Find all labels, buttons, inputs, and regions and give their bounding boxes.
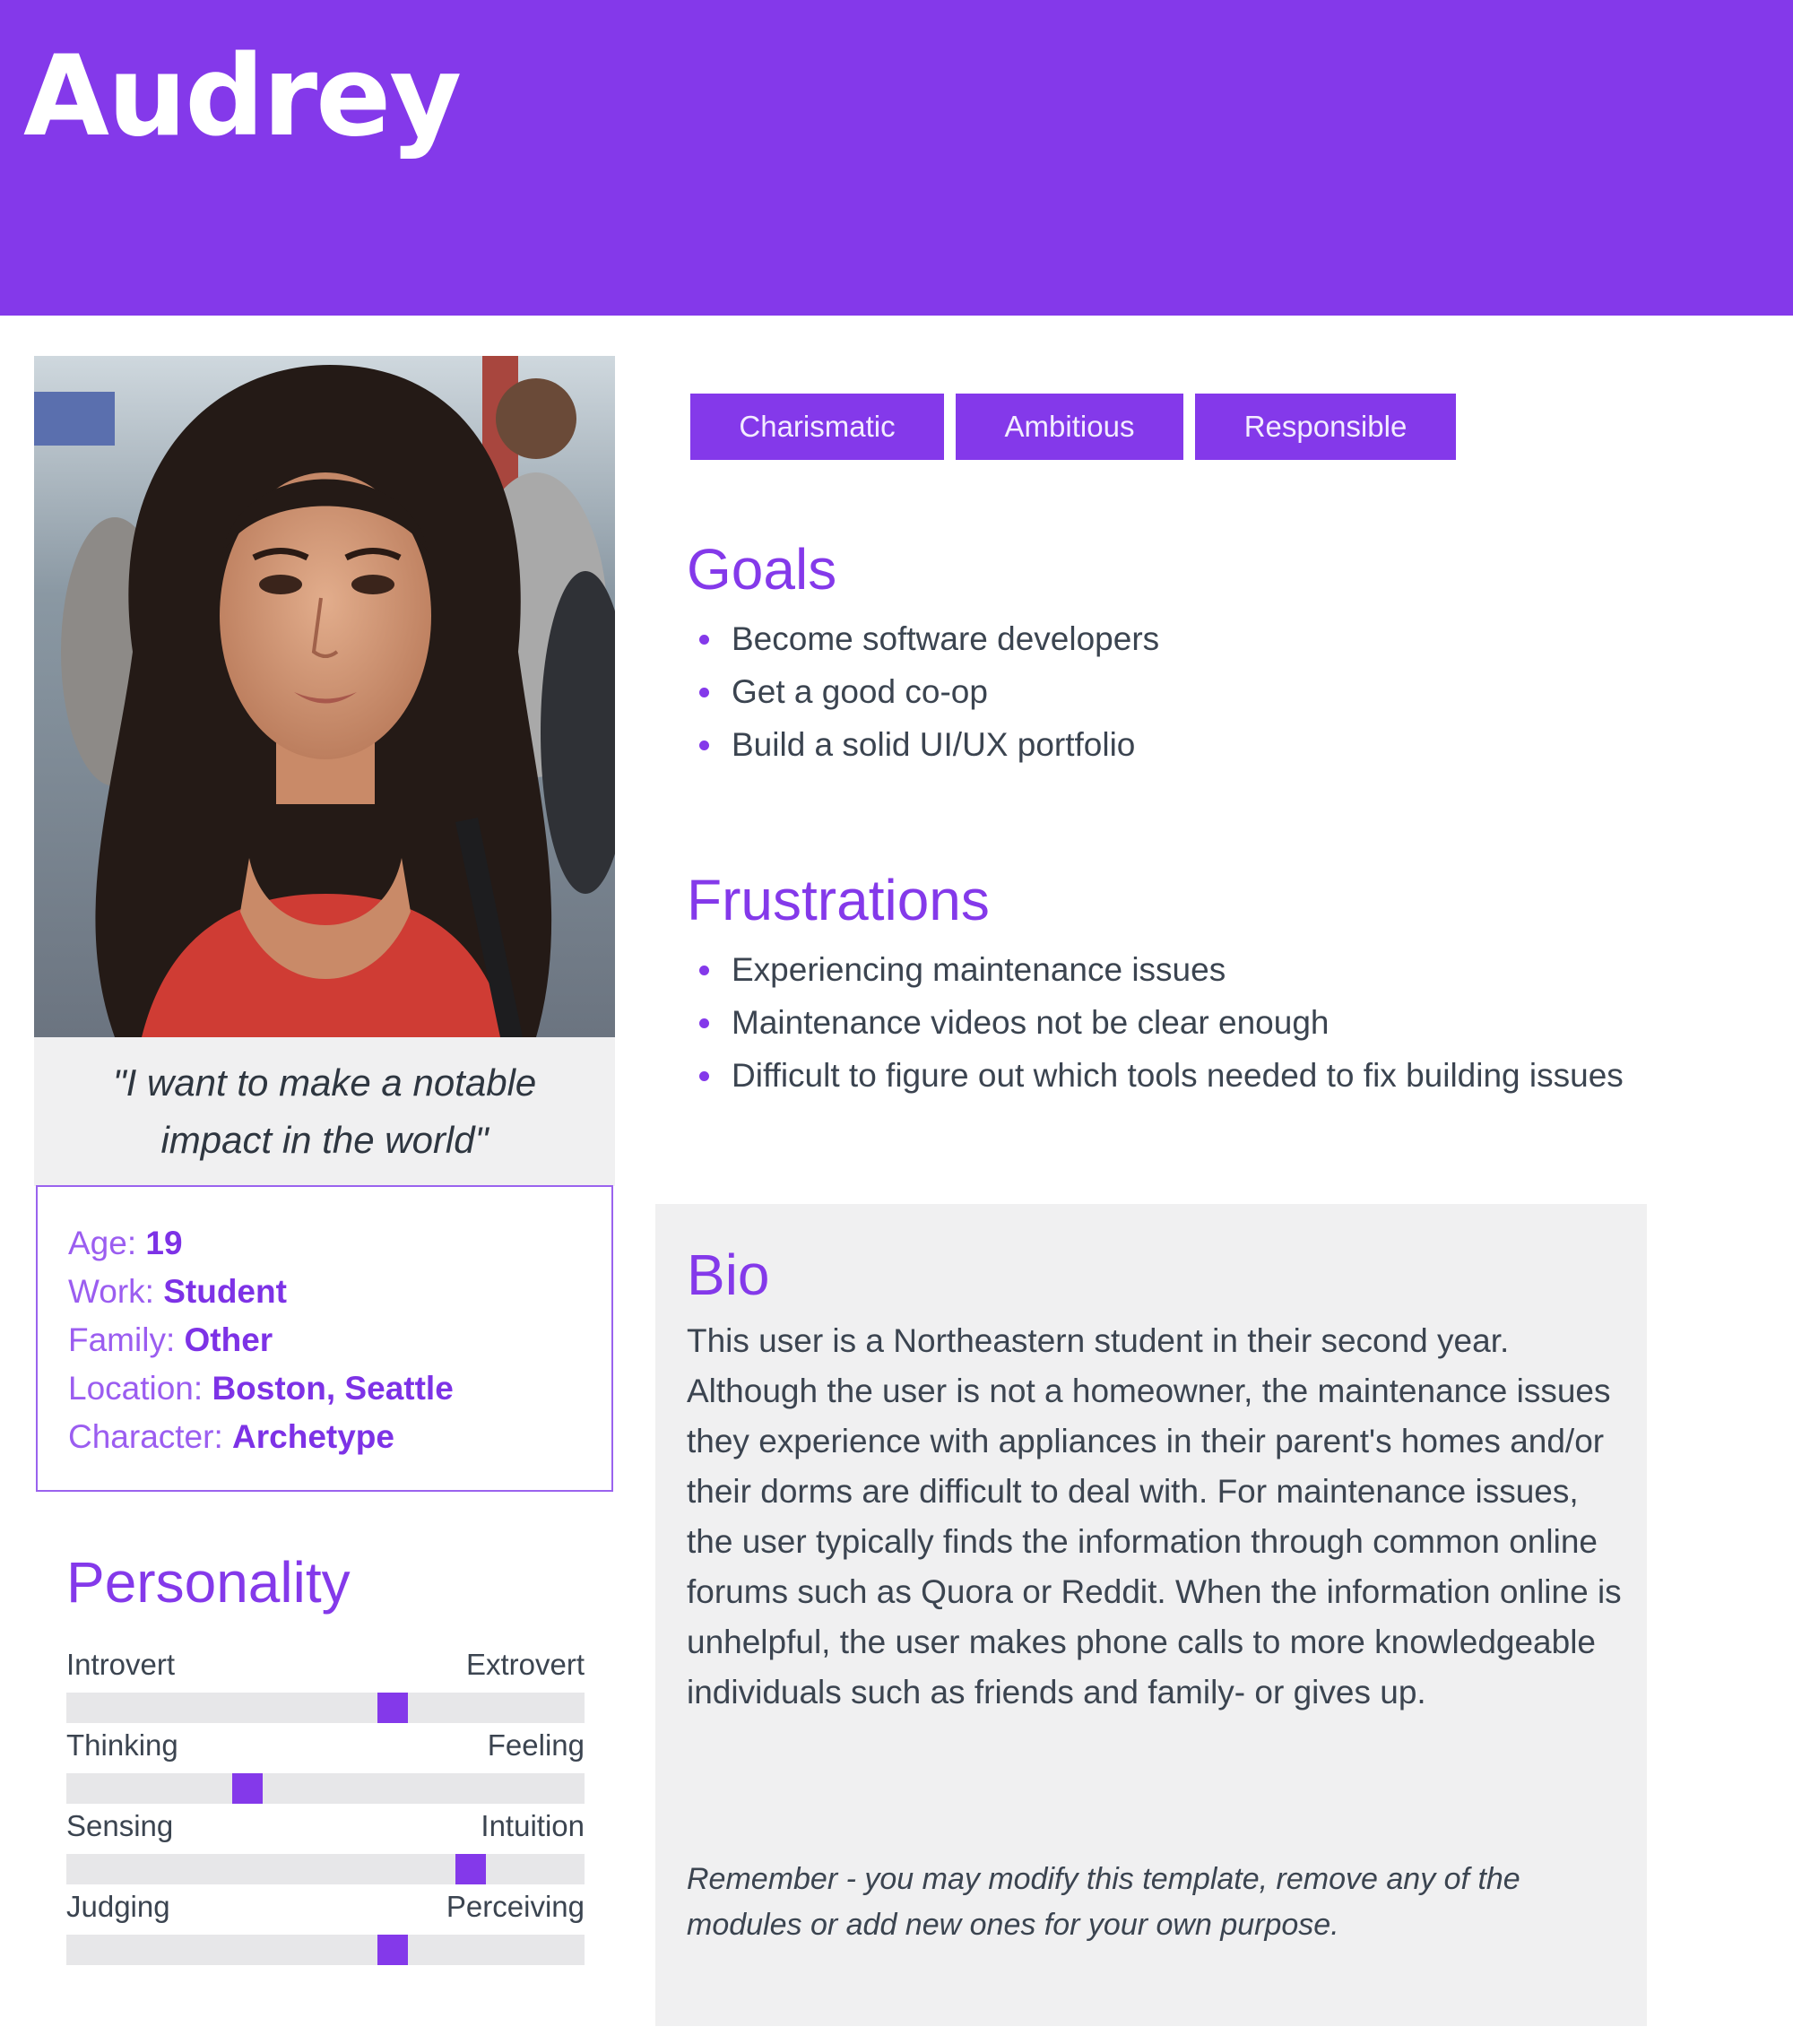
info-value: Boston, Seattle: [212, 1370, 454, 1407]
header-banner: Audrey: [0, 0, 1793, 316]
info-label: Character:: [68, 1418, 223, 1455]
info-value: Student: [163, 1273, 287, 1310]
tag-charismatic: Charismatic: [690, 394, 944, 460]
trait-left-label: Introvert: [66, 1648, 176, 1681]
goal-item: Build a solid UI/UX portfolio: [689, 718, 1630, 771]
trait-right-label: Perceiving: [446, 1890, 585, 1923]
frustration-item: Difficult to figure out which tools need…: [689, 1049, 1639, 1102]
persona-photo: [34, 356, 615, 1037]
bio-text: This user is a Northeastern student in t…: [687, 1322, 1622, 1711]
trait-track: [66, 1693, 585, 1723]
tag-ambitious: Ambitious: [956, 394, 1183, 460]
info-label: Family:: [68, 1321, 176, 1358]
info-label: Age:: [68, 1225, 137, 1261]
trait-slider-introvert-extrovert: Introvert Extrovert: [66, 1648, 585, 1723]
persona-quote: "I want to make a notable impact in the …: [34, 1037, 615, 1186]
info-value: Other: [184, 1321, 273, 1358]
trait-track: [66, 1773, 585, 1804]
template-note: Remember - you may modify this template,…: [687, 1862, 1520, 1942]
trait-knob[interactable]: [455, 1854, 486, 1884]
info-row-location: Location: Boston, Seattle: [68, 1364, 581, 1413]
goals-list: Become software developers Get a good co…: [689, 612, 1630, 771]
frustrations-list: Experiencing maintenance issues Maintena…: [689, 943, 1639, 1102]
persona-name: Audrey: [23, 32, 462, 161]
info-row-work: Work: Student: [68, 1268, 581, 1316]
info-row-family: Family: Other: [68, 1316, 581, 1364]
info-value: 19: [145, 1225, 183, 1261]
info-value: Archetype: [232, 1418, 394, 1455]
info-label: Work:: [68, 1273, 154, 1310]
trait-right-label: Extrovert: [465, 1648, 585, 1681]
trait-left-label: Judging: [66, 1890, 170, 1923]
trait-slider-sensing-intuition: Sensing Intuition: [66, 1809, 585, 1884]
info-row-character: Character: Archetype: [68, 1413, 581, 1461]
goal-item: Get a good co-op: [689, 665, 1630, 718]
trait-slider-judging-perceiving: Judging Perceiving: [66, 1890, 585, 1965]
tag-responsible: Responsible: [1195, 394, 1456, 460]
trait-knob[interactable]: [232, 1773, 263, 1804]
info-label: Location:: [68, 1370, 204, 1407]
trait-left-label: Thinking: [66, 1728, 178, 1762]
trait-left-label: Sensing: [66, 1809, 174, 1842]
trait-track: [66, 1854, 585, 1884]
bio-title: Bio: [687, 1243, 770, 1307]
goal-item: Become software developers: [689, 612, 1630, 665]
frustration-item: Maintenance videos not be clear enough: [689, 996, 1639, 1049]
frustrations-title: Frustrations: [687, 868, 990, 932]
info-row-age: Age: 19: [68, 1219, 581, 1268]
info-card: Age: 19 Work: Student Family: Other Loca…: [36, 1185, 613, 1492]
trait-right-label: Feeling: [487, 1728, 585, 1762]
personality-title: Personality: [66, 1550, 351, 1615]
portrait-image-icon: [34, 356, 615, 1037]
trait-knob[interactable]: [377, 1693, 408, 1723]
trait-slider-thinking-feeling: Thinking Feeling: [66, 1728, 585, 1804]
quote-text: "I want to make a notable impact in the …: [112, 1061, 537, 1161]
trait-tags: Charismatic Ambitious Responsible: [690, 394, 1456, 460]
trait-track: [66, 1935, 585, 1965]
goals-title: Goals: [687, 537, 837, 602]
trait-right-label: Intuition: [481, 1809, 585, 1842]
trait-knob[interactable]: [377, 1935, 408, 1965]
bio-panel: Bio This user is a Northeastern student …: [655, 1204, 1647, 2026]
frustration-item: Experiencing maintenance issues: [689, 943, 1639, 996]
